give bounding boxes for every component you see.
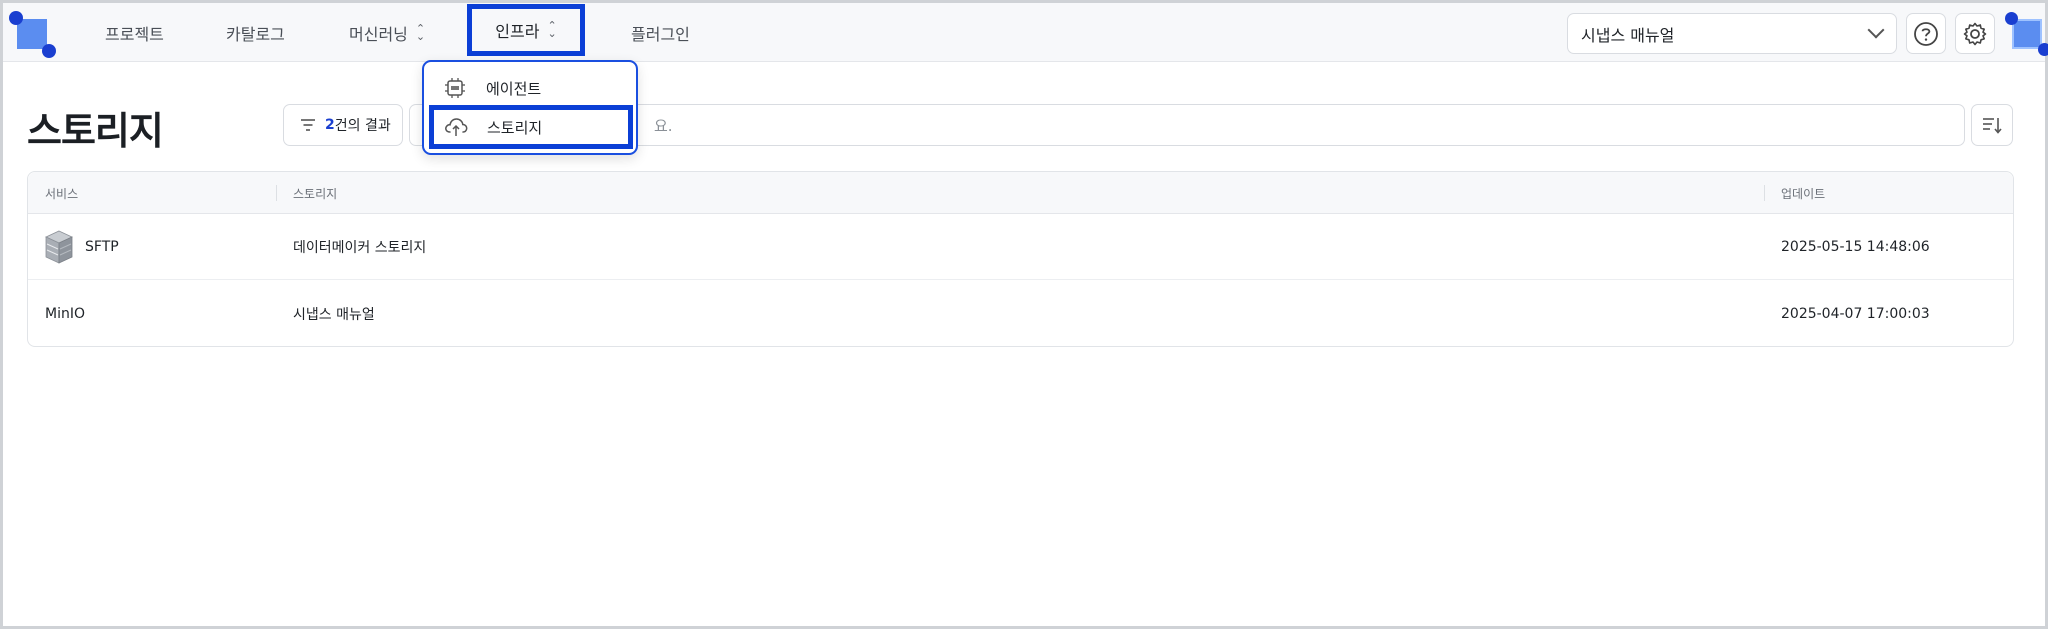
avatar-square: [2012, 19, 2042, 49]
nav-item-catalog[interactable]: 카탈로그: [226, 3, 285, 62]
workspace-select-value: 시냅스 매뉴얼: [1581, 25, 1675, 45]
column-header-storage[interactable]: 스토리지: [293, 172, 337, 214]
filter-icon: [301, 119, 315, 131]
service-cell: SFTP: [45, 214, 119, 280]
nav-label: 인프라: [495, 22, 540, 41]
logo-dot: [9, 11, 23, 25]
gear-icon: [1963, 22, 1987, 45]
nav-item-plugins[interactable]: 플러그인: [631, 3, 690, 62]
table-row[interactable]: MinIO 시냅스 매뉴얼 2025-04-07 17:00:03: [28, 281, 2013, 347]
storage-name[interactable]: 시냅스 매뉴얼: [293, 281, 375, 347]
logo-dot: [42, 44, 56, 58]
page-title: 스토리지: [27, 109, 164, 153]
column-header-updated[interactable]: 업데이트: [1781, 172, 1825, 214]
sort-descending-icon: [1983, 118, 2002, 134]
storage-table: 서비스 스토리지 업데이트 SFTP 데이터메이커 스토리지 2025-05-1…: [27, 171, 2014, 347]
updated-timestamp: 2025-05-15 14:48:06: [1781, 239, 1930, 255]
user-avatar[interactable]: [2005, 12, 2048, 56]
column-divider: [1764, 185, 1765, 201]
nav-label: 프로젝트: [105, 24, 164, 44]
workspace-select[interactable]: 시냅스 매뉴얼: [1567, 13, 1897, 54]
storage-name[interactable]: 데이터메이커 스토리지: [293, 214, 426, 280]
nav-item-infra[interactable]: 인프라 ⌃ ⌄: [467, 4, 585, 56]
app-logo[interactable]: [9, 11, 56, 58]
menu-item-label: 에이전트: [486, 79, 542, 98]
avatar-dot: [2005, 12, 2018, 25]
menu-item-storage[interactable]: 스토리지: [429, 105, 633, 149]
service-cell: MinIO: [45, 281, 85, 347]
service-name: MinIO: [45, 306, 85, 322]
table-row[interactable]: SFTP 데이터메이커 스토리지 2025-05-15 14:48:06: [28, 214, 2013, 280]
top-navigation-bar: 프로젝트 카탈로그 머신러닝 ⌃ ⌄ 인프라 ⌃ ⌄ 플러그인 시냅스 매뉴얼: [3, 3, 2048, 62]
table-header: 서비스 스토리지 업데이트: [28, 172, 2013, 214]
chevron-down-icon: [1867, 21, 1885, 39]
nav-label: 플러그인: [631, 24, 690, 44]
logo-square: [17, 19, 47, 49]
filter-button[interactable]: 2 건의 결과: [283, 104, 403, 146]
avatar-dot: [2038, 43, 2048, 56]
chevron-up-down-icon: ⌃ ⌄: [415, 21, 426, 43]
nav-item-projects[interactable]: 프로젝트: [105, 3, 164, 62]
settings-button[interactable]: [1955, 13, 1995, 54]
result-count: 2: [325, 117, 335, 133]
search-placeholder: 요.: [654, 116, 673, 135]
nav-label: 카탈로그: [226, 24, 285, 44]
menu-item-agent[interactable]: 에이전트: [428, 69, 632, 107]
updated-timestamp: 2025-04-07 17:00:03: [1781, 306, 1930, 322]
service-name: SFTP: [85, 239, 119, 255]
help-button[interactable]: [1906, 13, 1946, 54]
nav-item-machine-learning[interactable]: 머신러닝 ⌃ ⌄: [349, 3, 425, 62]
cloud-upload-icon: [443, 114, 469, 140]
help-icon: [1914, 21, 1938, 46]
result-count-label: 건의 결과: [334, 118, 391, 134]
menu-item-label: 스토리지: [487, 118, 543, 137]
chevron-up-down-icon: ⌃ ⌄: [547, 19, 557, 40]
infra-dropdown-menu: 에이전트 스토리지: [422, 60, 638, 155]
gpu-chip-icon: [442, 75, 468, 101]
sort-button[interactable]: [1971, 104, 2013, 146]
column-header-service[interactable]: 서비스: [45, 172, 78, 214]
column-divider: [276, 185, 277, 201]
search-input[interactable]: 요.: [409, 104, 1965, 146]
nav-label: 머신러닝: [349, 24, 408, 44]
server-icon: [45, 230, 73, 264]
